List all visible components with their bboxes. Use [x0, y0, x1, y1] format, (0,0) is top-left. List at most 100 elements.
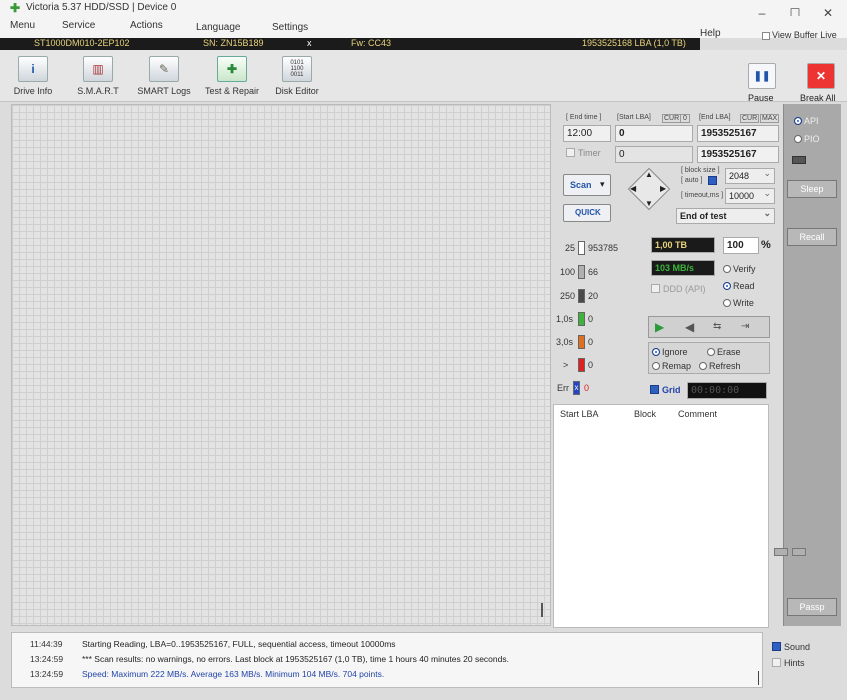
drive-close-icon[interactable]: x [307, 38, 312, 48]
smart-button[interactable]: ▥ S.M.A.R.T [74, 56, 122, 96]
break-all-button[interactable]: ✕ [807, 63, 835, 89]
scan-button[interactable]: Scan ▾ [563, 174, 611, 196]
test-repair-button[interactable]: ✚ Test & Repair [202, 56, 262, 96]
refresh-radio[interactable]: Refresh [699, 361, 741, 371]
auto-checkbox[interactable] [708, 176, 720, 187]
end-of-test-select[interactable]: End of test [676, 208, 775, 224]
block-25-label: 25 [565, 243, 576, 253]
timer-checkbox[interactable]: Timer [566, 148, 601, 158]
sleep-button[interactable]: Sleep [787, 180, 837, 198]
view-buffer-checkbox[interactable] [762, 31, 770, 40]
erase-radio[interactable]: Erase [707, 347, 741, 357]
block-250-label: 250 [560, 291, 576, 301]
disk-editor-button[interactable]: 0101 1100 0011 Disk Editor [272, 56, 322, 96]
arrow-right-icon[interactable]: ▶ [660, 184, 666, 193]
drive-model[interactable]: ST1000DM010-2EP102 [34, 38, 130, 48]
erase-label: Erase [717, 347, 741, 357]
smart-label: S.M.A.R.T [77, 86, 119, 96]
playback-controls: ▶ ◀ ⇆ ⇥ [648, 316, 770, 338]
recall-button[interactable]: Recall [787, 228, 837, 246]
quick-button[interactable]: QUICK [563, 204, 611, 222]
arrow-up-icon[interactable]: ▲ [645, 170, 653, 179]
grid-scrollbar[interactable] [541, 603, 543, 617]
arrow-down-icon[interactable]: ▼ [645, 199, 653, 208]
log-text: Starting Reading, LBA=0..1953525167, FUL… [82, 639, 396, 649]
col-start-lba[interactable]: Start LBA [560, 409, 599, 419]
drive-info-label: Drive Info [13, 86, 53, 96]
drive-info-button[interactable]: i Drive Info [10, 56, 56, 96]
smart-logs-button[interactable]: ✎ SMART Logs [136, 56, 192, 96]
log-time: 13:24:59 [30, 669, 64, 679]
block-size-label: [ block size ] [681, 167, 720, 174]
percent-sign: % [761, 239, 771, 251]
block-1s-swatch [578, 312, 585, 326]
hints-checkbox[interactable]: Hints [772, 658, 805, 668]
pio-radio[interactable]: PIO [794, 134, 820, 144]
drive-info-bar: ST1000DM010-2EP102 SN: ZN15B189 x Fw: CC… [0, 38, 700, 50]
ddd-api-checkbox[interactable]: DDD (API) [651, 284, 706, 294]
sound-checkbox[interactable]: Sound [772, 642, 810, 652]
read-label: Read [733, 281, 755, 291]
start-zero-button[interactable]: 0 [680, 114, 690, 123]
scan-dropdown-icon[interactable]: ▾ [600, 179, 605, 190]
random-seek-icon[interactable]: ⇆ [713, 321, 721, 332]
verify-label: Verify [733, 264, 756, 274]
log-options: Sound Hints [768, 636, 843, 692]
write-radio[interactable]: Write [723, 298, 754, 308]
block-err-icon: x [573, 381, 580, 395]
percent-readout: 100 [723, 237, 759, 254]
grid-checkbox[interactable]: Grid [650, 385, 681, 395]
menu-menu[interactable]: Menu [10, 20, 35, 31]
menu-actions[interactable]: Actions [130, 20, 163, 31]
end-lba-input[interactable]: 1953525167 [697, 125, 779, 142]
block-size-select[interactable]: 2048 [725, 168, 775, 184]
end-lba-2-input[interactable]: 1953525167 [697, 146, 779, 163]
direction-pad[interactable]: ▲ ▼ ◀ ▶ [626, 166, 672, 212]
block-25-swatch [578, 241, 585, 255]
drive-serial: SN: ZN15B189 [203, 38, 264, 48]
col-block[interactable]: Block [634, 409, 656, 419]
grid-label: Grid [662, 385, 681, 395]
block-over-label: > [563, 360, 569, 370]
menu-settings[interactable]: Settings [272, 22, 308, 33]
log-time: 11:44:39 [30, 639, 63, 649]
view-buffer-label: View Buffer Live [772, 30, 837, 40]
menu-language[interactable]: Language [196, 22, 241, 33]
start-cur-button[interactable]: CUR [662, 114, 682, 123]
block-3s-swatch [578, 335, 585, 349]
smart-chart-icon: ▥ [83, 56, 113, 82]
end-max-button[interactable]: MAX [760, 114, 780, 123]
extra-toggle-1[interactable] [774, 548, 788, 556]
pause-label: Pause [748, 93, 774, 103]
ignore-radio[interactable]: Ignore [652, 347, 688, 357]
block-1s-count: 0 [588, 314, 594, 324]
remap-radio[interactable]: Remap [652, 361, 691, 371]
block-1s-label: 1,0s [556, 314, 574, 324]
timer-input[interactable]: 0 [615, 146, 693, 163]
verify-radio[interactable]: Verify [723, 264, 756, 274]
menu-service[interactable]: Service [62, 20, 95, 31]
arrow-left-icon[interactable]: ◀ [630, 184, 636, 193]
pause-button[interactable]: ❚❚ [748, 63, 776, 89]
log-line: 11:44:39 Starting Reading, LBA=0..1953525… [30, 639, 396, 649]
end-cur-button[interactable]: CUR [740, 114, 760, 123]
side-panel: API PIO Sleep Recall Passp [774, 104, 841, 626]
play-icon[interactable]: ▶ [655, 320, 664, 334]
end-lba-label: [End LBA] [699, 114, 731, 121]
passp-button[interactable]: Passp [787, 598, 837, 616]
api-radio[interactable]: API [794, 116, 819, 126]
col-comment[interactable]: Comment [678, 409, 717, 419]
read-radio[interactable]: Read [723, 281, 755, 291]
event-log[interactable]: 11:44:39 Starting Reading, LBA=0..1953525… [11, 632, 763, 688]
extra-toggle-2[interactable] [792, 548, 806, 556]
defect-table[interactable]: Start LBA Block Comment [553, 404, 769, 628]
end-time-input[interactable]: 12:00 [563, 125, 611, 142]
view-buffer-live[interactable]: View Buffer Live [762, 30, 837, 40]
binary-icon: 0101 1100 0011 [282, 56, 312, 82]
menu-help[interactable]: Help [700, 28, 721, 39]
timeout-select[interactable]: 10000 [725, 188, 775, 204]
block-over-count: 0 [588, 360, 594, 370]
butterfly-icon[interactable]: ⇥ [741, 321, 749, 332]
reverse-icon[interactable]: ◀ [685, 320, 694, 334]
start-lba-input[interactable]: 0 [615, 125, 693, 142]
